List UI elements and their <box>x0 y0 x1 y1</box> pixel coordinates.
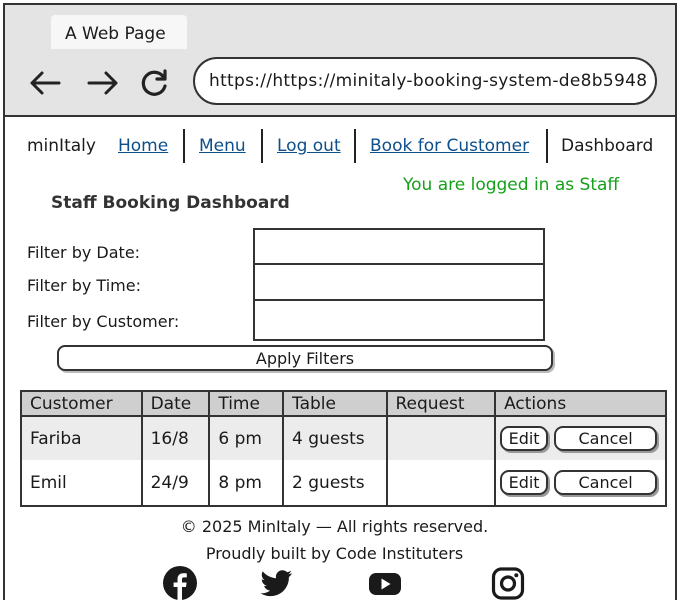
youtube-icon[interactable] <box>367 565 403 600</box>
column-header-customer: Customer <box>20 390 143 417</box>
cell-date: 24/9 <box>140 460 211 507</box>
forward-button[interactable] <box>83 63 123 103</box>
cell-table: 2 guests <box>282 460 388 507</box>
nav-link-logout[interactable]: Log out <box>277 136 341 156</box>
nav-link-menu[interactable]: Menu <box>199 136 246 156</box>
footer-credit: Proudly built by Code Instituters <box>205 544 464 563</box>
cell-customer: Fariba <box>20 416 143 460</box>
column-header-actions: Actions <box>494 390 667 417</box>
cell-request <box>385 460 497 507</box>
table-header-row: Customer Date Time Table Request Actions <box>20 390 667 417</box>
reload-icon <box>141 69 167 96</box>
nav-divider <box>183 129 185 163</box>
nav-divider <box>354 129 356 163</box>
apply-filters-button[interactable]: Apply Filters <box>57 345 553 371</box>
address-bar[interactable]: https://https://minitaly-booking-system-… <box>193 57 657 105</box>
table-row: Fariba 16/8 6 pm 4 guests Edit Cancel <box>20 416 667 460</box>
bookings-table: Customer Date Time Table Request Actions… <box>20 390 667 507</box>
cell-time: 8 pm <box>208 460 285 507</box>
filter-customer-label: Filter by Customer: <box>27 312 180 331</box>
table-row: Emil 24/9 8 pm 2 guests Edit Cancel <box>20 460 667 507</box>
site-navbar: minItaly Home Menu Log out Book for Cust… <box>5 125 675 165</box>
edit-booking-button[interactable]: Edit <box>500 470 549 495</box>
instagram-icon[interactable] <box>490 565 526 600</box>
cancel-booking-button[interactable]: Cancel <box>554 426 658 451</box>
filter-customer-input[interactable] <box>253 299 545 341</box>
twitter-icon[interactable] <box>258 565 294 600</box>
column-header-table: Table <box>282 390 388 417</box>
browser-tab[interactable]: A Web Page <box>51 15 187 49</box>
reload-button[interactable] <box>135 63 175 103</box>
back-arrow-icon <box>30 71 61 95</box>
cell-request <box>385 416 497 460</box>
nav-link-book-for-customer[interactable]: Book for Customer <box>370 136 529 156</box>
column-header-request: Request <box>385 390 497 417</box>
edit-booking-button[interactable]: Edit <box>500 426 549 451</box>
cancel-booking-button[interactable]: Cancel <box>554 470 658 495</box>
column-header-time: Time <box>208 390 285 417</box>
cell-actions: Edit Cancel <box>494 416 667 460</box>
browser-chrome: A Web Page https://https://minitaly-book… <box>5 5 675 117</box>
back-button[interactable] <box>25 63 65 103</box>
cell-time: 6 pm <box>208 416 285 460</box>
column-header-date: Date <box>140 390 211 417</box>
footer-copyright: © 2025 MinItaly — All rights reserved. <box>180 517 489 536</box>
nav-divider <box>546 129 548 163</box>
forward-arrow-icon <box>87 71 118 95</box>
cell-customer: Emil <box>20 460 143 507</box>
browser-window: A Web Page https://https://minitaly-book… <box>3 3 677 600</box>
facebook-icon[interactable] <box>162 565 198 600</box>
login-status-message: You are logged in as Staff <box>403 175 620 195</box>
cell-table: 4 guests <box>282 416 388 460</box>
filter-time-input[interactable] <box>253 263 545 301</box>
filter-date-input[interactable] <box>253 228 545 265</box>
site-brand: minItaly <box>27 136 96 156</box>
filter-date-label: Filter by Date: <box>27 243 141 262</box>
nav-link-home[interactable]: Home <box>118 136 168 156</box>
nav-current-dashboard: Dashboard <box>561 136 654 156</box>
cell-date: 16/8 <box>140 416 211 460</box>
page-title: Staff Booking Dashboard <box>51 193 290 213</box>
cell-actions: Edit Cancel <box>494 460 667 507</box>
nav-divider <box>261 129 263 163</box>
filter-time-label: Filter by Time: <box>27 276 141 295</box>
